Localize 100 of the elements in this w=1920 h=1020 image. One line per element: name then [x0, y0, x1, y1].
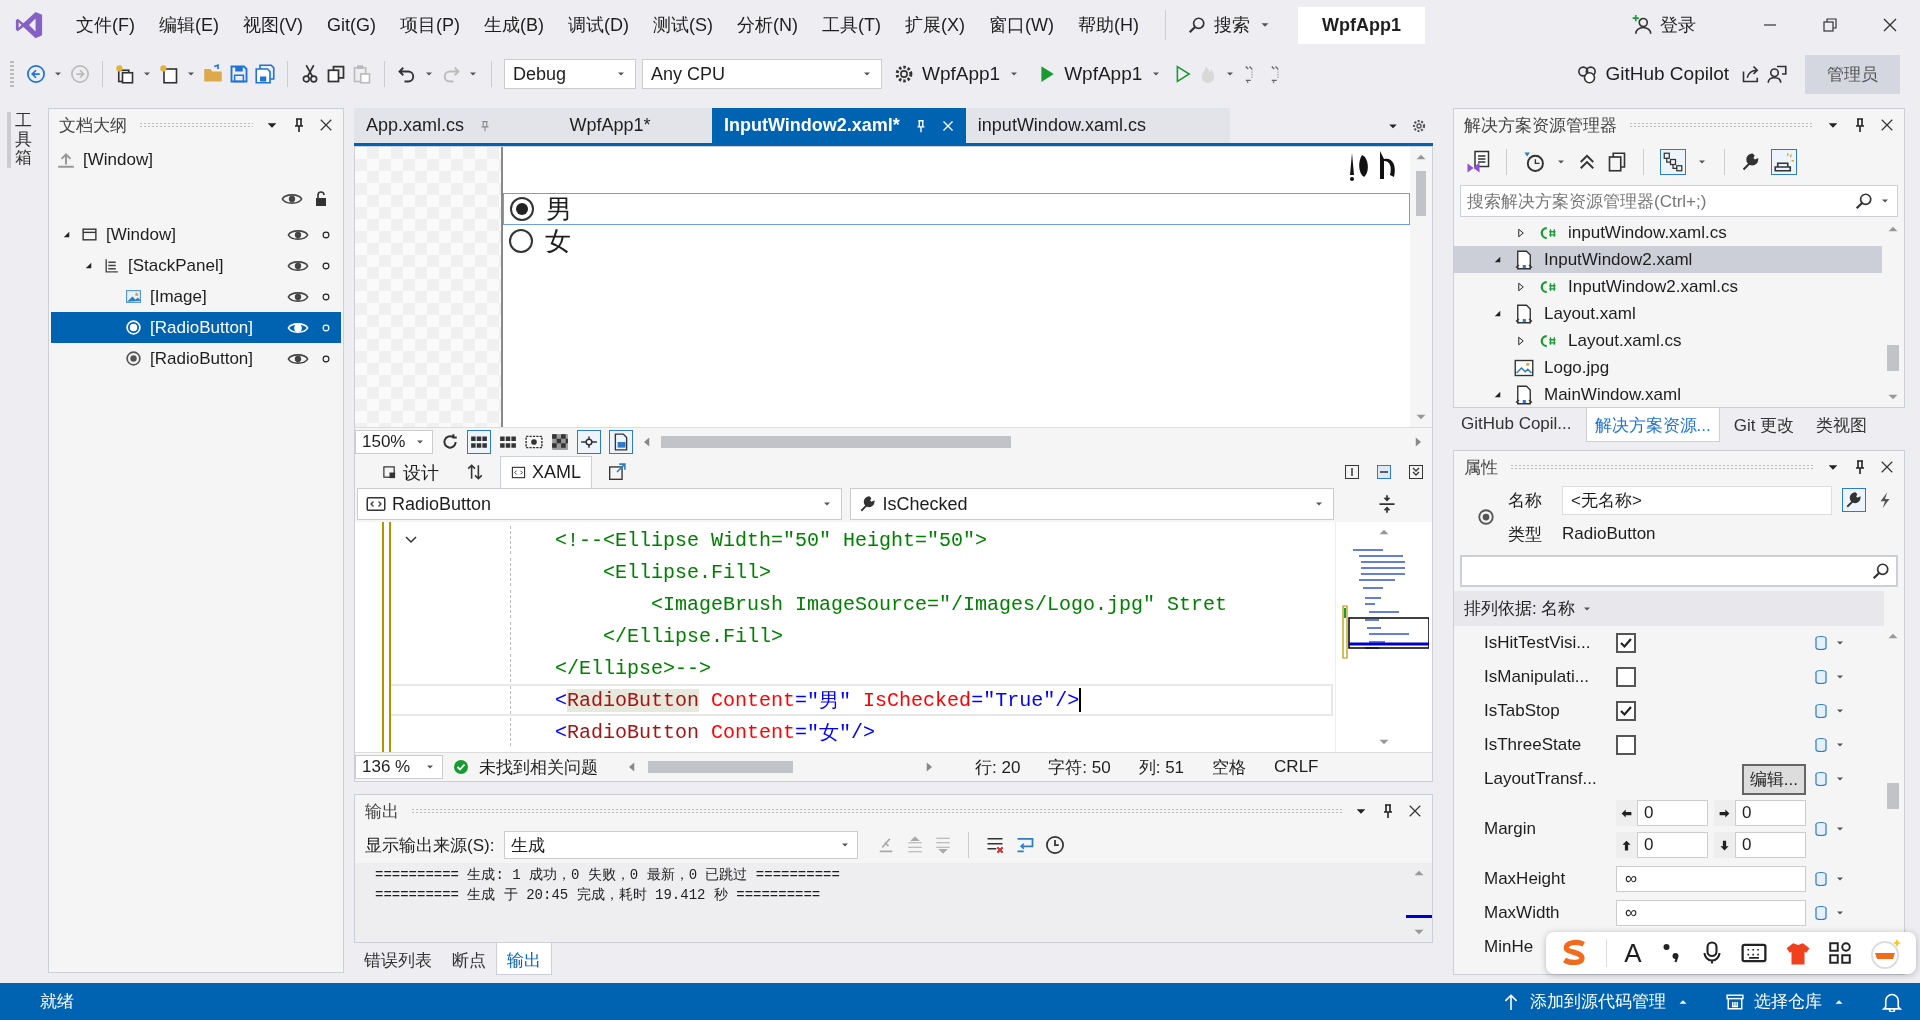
share-icon[interactable]	[1741, 64, 1761, 84]
save-all-icon[interactable]	[255, 64, 275, 84]
grid-icon[interactable]	[499, 433, 517, 451]
panel-tab[interactable]: 输出	[496, 943, 552, 975]
element-dropdown[interactable]: RadioButton	[357, 488, 842, 520]
view-tab[interactable]: XAML	[500, 455, 593, 489]
cylinder-icon[interactable]	[1814, 871, 1830, 887]
cylinder-icon[interactable]	[1814, 703, 1830, 719]
line-ending[interactable]: CRLF	[1274, 757, 1319, 777]
collapse-pane-icon[interactable]	[1408, 464, 1424, 480]
clock-icon[interactable]	[1045, 835, 1066, 855]
grid-icon[interactable]	[470, 433, 488, 451]
scrollbar-thumb[interactable]	[1887, 783, 1899, 809]
panel-tab[interactable]: 类视图	[1808, 408, 1876, 442]
zoom-dropdown[interactable]: 150%	[355, 430, 433, 454]
panel-tab[interactable]: 解决方案资源...	[1585, 408, 1720, 442]
checkbox[interactable]	[1616, 633, 1636, 653]
menu-item[interactable]: 扩展(X)	[892, 9, 977, 41]
cylinder-icon[interactable]	[1814, 821, 1830, 837]
split-vertical-icon[interactable]	[1344, 464, 1360, 480]
play-outline-icon[interactable]	[1174, 65, 1193, 83]
solution-item[interactable]: InputWindow2.xaml.cs	[1454, 273, 1882, 300]
cut-icon[interactable]	[300, 64, 320, 84]
issues-status[interactable]: 未找到相关问题	[479, 755, 598, 779]
checkbox[interactable]	[1616, 701, 1636, 721]
collapsed-icon[interactable]	[1515, 280, 1527, 293]
checkbox[interactable]	[1616, 735, 1636, 755]
menu-item[interactable]: 窗口(W)	[976, 9, 1066, 41]
radio-button[interactable]: 女	[503, 225, 1410, 257]
outline-item[interactable]: [Window]	[51, 219, 341, 250]
feedback-icon[interactable]	[1767, 64, 1787, 84]
solution-item[interactable]: inputWindow.xaml.cs	[1454, 219, 1882, 246]
margin-field[interactable]: 0	[1735, 832, 1806, 858]
solution-item[interactable]: InputWindow2.xaml	[1454, 246, 1882, 273]
menu-item[interactable]: 帮助(H)	[1065, 9, 1151, 41]
solution-item[interactable]: Layout.xaml	[1454, 300, 1882, 327]
source-control-button[interactable]: 添加到源代码管理	[1502, 990, 1690, 1013]
document-tab[interactable]: inputWindow.xaml.cs	[965, 108, 1230, 143]
menu-item[interactable]: 文件(F)	[64, 9, 147, 41]
platform-dropdown[interactable]: Any CPU	[642, 59, 882, 89]
margin-field[interactable]: 0	[1637, 800, 1708, 826]
menu-item[interactable]: 分析(N)	[725, 9, 810, 41]
startup-project-button[interactable]: WpfApp1	[888, 59, 1027, 89]
new-project-icon[interactable]	[115, 64, 135, 84]
collapse-all-icon[interactable]	[1577, 152, 1597, 172]
font-button[interactable]: A	[1624, 937, 1642, 969]
menu-item[interactable]: 生成(B)	[472, 9, 556, 41]
toolbox-tab[interactable]: 工具箱	[6, 112, 32, 169]
copilot-button[interactable]: GitHub Copilot	[1571, 59, 1735, 89]
word-wrap-icon[interactable]	[1015, 835, 1036, 855]
history-icon[interactable]	[1523, 151, 1545, 173]
refresh-icon[interactable]	[441, 433, 459, 451]
value-field[interactable]: ∞	[1616, 866, 1806, 892]
solution-item[interactable]: Logo.jpg	[1454, 354, 1882, 381]
settings-icon[interactable]	[1411, 117, 1427, 134]
close-icon[interactable]	[1882, 17, 1898, 33]
hierarchy-icon[interactable]	[1663, 152, 1683, 172]
spacing-mode[interactable]: 空格	[1212, 755, 1247, 779]
clear-all-icon[interactable]	[985, 835, 1006, 855]
property-dropdown[interactable]: IsChecked	[849, 488, 1334, 520]
column-number[interactable]: 列: 51	[1138, 755, 1185, 779]
view-tab[interactable]: 设计	[371, 455, 450, 489]
undo-icon[interactable]	[397, 64, 417, 84]
document-tab[interactable]: InputWindow2.xaml*	[712, 108, 966, 143]
menu-item[interactable]: 编辑(E)	[147, 9, 231, 41]
cylinder-icon[interactable]	[1814, 669, 1830, 685]
add-item-icon[interactable]	[159, 64, 179, 84]
menu-item[interactable]: 项目(P)	[388, 9, 472, 41]
split-horizontal-icon[interactable]	[1376, 464, 1392, 480]
search-field[interactable]: 搜索解决方案资源管理器(Ctrl+;)	[1460, 185, 1898, 217]
show-all-icon[interactable]	[1607, 152, 1627, 172]
configuration-dropdown[interactable]: Debug	[504, 59, 636, 89]
crosshair-icon[interactable]	[580, 433, 598, 451]
close-icon[interactable]	[319, 118, 333, 132]
menu-item[interactable]: 调试(D)	[556, 9, 641, 41]
wrench-icon[interactable]	[1845, 491, 1863, 509]
checkbox[interactable]	[1616, 667, 1636, 687]
collapsed-icon[interactable]	[1515, 226, 1527, 239]
margin-field[interactable]: 0	[1637, 832, 1708, 858]
cylinder-icon[interactable]	[1814, 905, 1830, 921]
preview-icon[interactable]	[1774, 152, 1794, 172]
app-logo-icon[interactable]	[14, 10, 44, 40]
admin-button[interactable]: 管理员	[1805, 54, 1900, 94]
collapsed-icon[interactable]	[1515, 334, 1527, 347]
close-icon[interactable]	[1880, 118, 1894, 132]
start-button[interactable]: WpfApp1	[1032, 59, 1169, 89]
snap-icon[interactable]	[525, 433, 543, 451]
search-button[interactable]: 搜索	[1179, 9, 1280, 41]
solution-item[interactable]: Layout.xaml.cs	[1454, 327, 1882, 354]
wrench-icon[interactable]	[1741, 152, 1761, 172]
scrollbar-thumb[interactable]	[1887, 345, 1899, 371]
vs-solution-icon[interactable]	[1466, 150, 1490, 174]
menu-item[interactable]: 测试(S)	[641, 9, 725, 41]
bell-icon[interactable]	[1882, 991, 1902, 1012]
outline-root[interactable]: [Window]	[83, 150, 153, 170]
cylinder-icon[interactable]	[1814, 737, 1830, 753]
lock-icon[interactable]	[313, 191, 329, 207]
close-icon[interactable]	[1408, 804, 1422, 818]
save-icon[interactable]	[229, 64, 249, 84]
shirt-icon[interactable]	[1784, 940, 1811, 966]
